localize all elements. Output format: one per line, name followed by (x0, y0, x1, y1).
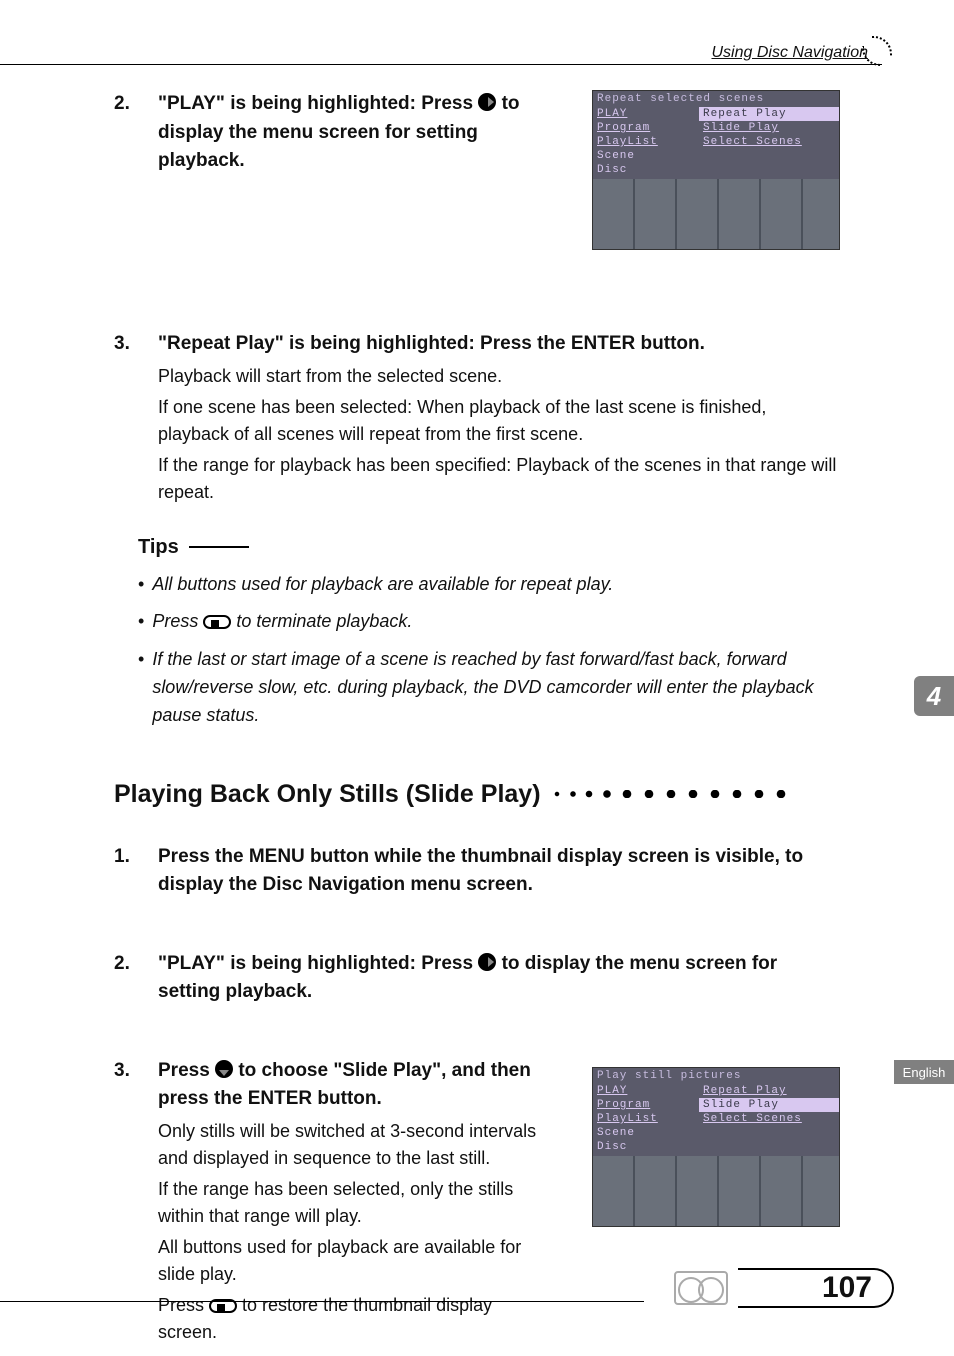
submenu-item: Slide Play (699, 1098, 839, 1112)
submenu-item: Repeat Play (699, 107, 839, 121)
menu-item: Scene (593, 149, 699, 163)
section-heading: Playing Back Only Stills (Slide Play) (114, 780, 840, 809)
header-ornament-icon (858, 34, 894, 70)
stop-button-icon (203, 615, 231, 629)
menu-item: PLAY (593, 107, 699, 121)
tips-heading: Tips (138, 536, 840, 559)
step-para: Only stills will be switched at 3-second… (158, 1118, 556, 1172)
menu-item: PLAY (593, 1084, 699, 1098)
step-para: If the range for playback has been speci… (158, 452, 840, 506)
submenu-item: Select Scenes (699, 135, 839, 149)
step-3: 3. "Repeat Play" is being highlighted: P… (114, 330, 840, 506)
tip-text: If the last or start image of a scene is… (152, 646, 840, 730)
dot-trail-icon (553, 790, 840, 798)
menu-item: Program (593, 121, 699, 135)
step-text: Press (158, 1060, 215, 1081)
step-number: 1. (114, 843, 138, 900)
tip-text: to terminate playback. (231, 611, 412, 631)
footer-rule (0, 1301, 644, 1302)
step-2: 2. "PLAY" is being highlighted: Press to… (114, 90, 840, 250)
menu-item: Scene (593, 1126, 699, 1140)
ui-screenshot: Play still pictures PLAYRepeat Play Prog… (592, 1067, 840, 1227)
breadcrumb: Using Disc Navigation (711, 44, 868, 62)
menu-item: Disc (593, 1140, 699, 1154)
thumbs-grid (593, 179, 839, 250)
chapter-tab: 4 (914, 676, 954, 716)
cassette-icon (674, 1271, 728, 1305)
step-number: 2. (114, 90, 138, 250)
step-text: "PLAY" is being highlighted: Press (158, 953, 478, 974)
step-number: 3. (114, 330, 138, 506)
step-text: "Repeat Play" is being highlighted: Pres… (158, 333, 705, 354)
menu-item: Program (593, 1098, 699, 1112)
menu-item: PlayList (593, 1112, 699, 1126)
menu-item: Disc (593, 163, 699, 177)
joystick-down-icon (215, 1060, 233, 1078)
tip-text: All buttons used for playback are availa… (152, 571, 613, 599)
step-para: Playback will start from the selected sc… (158, 363, 840, 390)
page-number: 107 (738, 1268, 894, 1308)
tips-list: All buttons used for playback are availa… (138, 571, 840, 730)
page-footer: 107 (0, 1262, 954, 1312)
thumbs-grid (593, 1156, 839, 1227)
ui-screenshot: Repeat selected scenes PLAYRepeat Play P… (592, 90, 840, 250)
tip-text: Press (152, 611, 203, 631)
page-badge: 107 (674, 1264, 894, 1312)
submenu-item: Select Scenes (699, 1112, 839, 1126)
joystick-right-icon (478, 953, 496, 971)
header-rule (0, 64, 880, 65)
scr-title: Repeat selected scenes (593, 91, 839, 107)
menu-item: PlayList (593, 135, 699, 149)
step-number: 2. (114, 950, 138, 1007)
step-text: "PLAY" is being highlighted: Press (158, 93, 478, 114)
step-b2: 2. "PLAY" is being highlighted: Press to… (114, 950, 840, 1007)
step-text: Press the MENU button while the thumbnai… (158, 846, 803, 896)
submenu-item: Repeat Play (699, 1084, 839, 1098)
submenu-item (699, 149, 839, 163)
scr-title: Play still pictures (593, 1068, 839, 1084)
joystick-right-icon (478, 93, 496, 111)
language-tab: English (894, 1060, 954, 1084)
submenu-item: Slide Play (699, 121, 839, 135)
step-b1: 1. Press the MENU button while the thumb… (114, 843, 840, 900)
step-para: If the range has been selected, only the… (158, 1176, 556, 1230)
step-para: If one scene has been selected: When pla… (158, 394, 840, 448)
